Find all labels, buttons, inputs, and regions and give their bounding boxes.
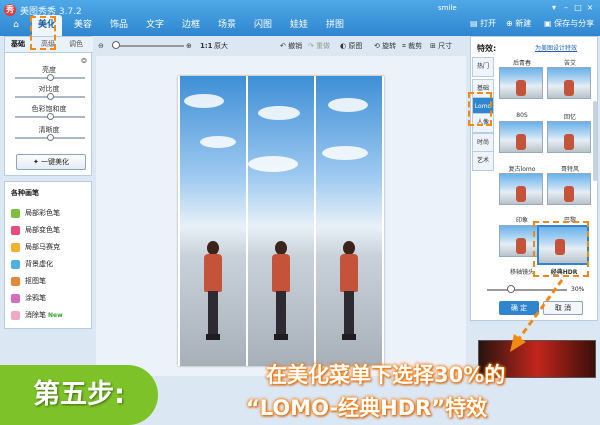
brush-doodle[interactable]: 涂鸦笔: [11, 291, 91, 305]
effect-label: 回忆: [563, 114, 576, 121]
new-badge: New: [48, 312, 63, 319]
saturation-slider[interactable]: [15, 113, 85, 120]
effect-thumbnail[interactable]: [547, 173, 591, 205]
brightness-knob[interactable]: [46, 74, 54, 81]
effect-label: 后青春: [512, 60, 531, 67]
effect-label: 苦艾: [563, 60, 576, 67]
color-brush-icon: [11, 208, 20, 218]
effect-label: 复古lomo: [508, 166, 536, 173]
save-icon: ▣: [544, 19, 555, 28]
app-window: 秀 美图秀秀 3.7.2 smile ▾ – □ × ⌂ 美化 美容 饰品 文字…: [0, 0, 600, 425]
brush-mosaic[interactable]: 局部马赛克: [11, 240, 91, 254]
size-button[interactable]: ⊞ 尺寸: [430, 41, 452, 51]
crop-button[interactable]: ⌗ 裁剪: [402, 41, 422, 51]
brush-panel-title: 各种画笔: [11, 189, 39, 197]
brush-panel: 各种画笔 局部彩色笔 局部变色笔 局部马赛克 背景虚化 抠图笔 涂鸦笔 消除笔 N…: [4, 181, 92, 329]
brush-eraser[interactable]: 消除笔 New: [11, 308, 91, 322]
home-icon[interactable]: ⌂: [4, 15, 28, 36]
effect-label: 80S: [516, 112, 528, 119]
step-badge: 第五步:: [0, 365, 158, 425]
vtab-hot[interactable]: 热门: [472, 57, 494, 77]
highlight-beautify-tab: [30, 16, 56, 50]
caption-line-2: “LOMO-经典HDR”特效: [246, 396, 488, 420]
folder-icon: ▤: [470, 19, 481, 28]
close-icon[interactable]: ×: [584, 3, 596, 13]
effect-thumbnail[interactable]: [547, 67, 591, 99]
vtab-art[interactable]: 艺术: [472, 151, 494, 171]
minimize-icon[interactable]: –: [560, 3, 572, 13]
photo-panel-left: [180, 76, 246, 366]
effect-thumbnail[interactable]: [499, 121, 543, 153]
highlight-hdr-effect: [533, 221, 589, 277]
one-click-enhance-button[interactable]: ✦ 一键美化: [16, 154, 86, 170]
undo-button[interactable]: ↶ 撤销: [280, 41, 302, 51]
plus-icon: ⊕: [506, 19, 516, 28]
open-button[interactable]: ▤ 打开: [470, 18, 496, 30]
contrast-slider[interactable]: [15, 93, 85, 100]
brush-local-recolor[interactable]: 局部变色笔: [11, 223, 91, 237]
tab-accessories[interactable]: 饰品: [104, 15, 134, 36]
effect-thumbnail[interactable]: [499, 67, 543, 99]
figure: [202, 241, 224, 346]
doodle-icon: [11, 293, 20, 303]
tab-text[interactable]: 文字: [140, 15, 170, 36]
redo-button[interactable]: ↷ 重做: [308, 41, 330, 51]
tab-scene[interactable]: 场景: [212, 15, 242, 36]
tab-flash[interactable]: 闪图: [248, 15, 278, 36]
figure: [270, 241, 292, 346]
subtab-color[interactable]: 调色: [69, 39, 83, 49]
clarity-knob[interactable]: [46, 134, 54, 141]
cutout-icon: [11, 276, 20, 286]
original-button[interactable]: ◐ 原图: [340, 41, 362, 51]
save-share-button[interactable]: ▣ 保存与分享: [544, 18, 594, 30]
brightness-slider[interactable]: [15, 74, 85, 81]
design-effect-link[interactable]: 为美图设计特效: [535, 43, 577, 52]
title-bar: 秀 美图秀秀 3.7.2 smile ▾ – □ × ⌂ 美化 美容 饰品 文字…: [0, 0, 600, 36]
effects-title: 特效:: [477, 44, 497, 53]
menu-icon[interactable]: ▾: [548, 3, 560, 13]
maximize-icon[interactable]: □: [572, 3, 584, 13]
vtab-fashion[interactable]: 时尚: [472, 133, 494, 153]
mosaic-icon: [11, 242, 20, 252]
rotate-button[interactable]: ⟲ 旋转: [374, 41, 396, 51]
tab-collage[interactable]: 拼图: [320, 15, 350, 36]
tab-frame[interactable]: 边框: [176, 15, 206, 36]
eraser-icon: [11, 310, 20, 320]
zoom-knob[interactable]: [112, 41, 120, 49]
recolor-brush-icon: [11, 225, 20, 235]
effect-thumbnail[interactable]: [547, 121, 591, 153]
figure: [338, 241, 360, 346]
tab-face[interactable]: 美容: [68, 15, 98, 36]
highlight-lomo-tab: [468, 92, 492, 126]
brush-local-color[interactable]: 局部彩色笔: [11, 206, 91, 220]
photo-image[interactable]: [178, 76, 384, 366]
effects-scrollbar[interactable]: [593, 101, 597, 181]
new-button[interactable]: ⊕ 新建: [506, 18, 531, 30]
blur-icon: [11, 259, 20, 269]
photo-panel-right: [316, 76, 382, 366]
wand-icon: ✦: [32, 158, 42, 166]
original-size-button[interactable]: 原大: [214, 41, 228, 51]
effect-label: 哥特风: [560, 166, 579, 173]
photo-panel-middle: [248, 76, 314, 366]
contrast-knob[interactable]: [46, 93, 54, 100]
help-icon[interactable]: ❂: [81, 57, 87, 65]
adjust-panel: 基础 高级 调色 ❂ 亮度 对比度 色彩饱和度 清晰度 ✦ 一键美化: [4, 36, 93, 176]
zoom-out-icon[interactable]: ⊖: [98, 41, 104, 51]
brush-cutout[interactable]: 抠图笔: [11, 274, 91, 288]
effect-thumbnail[interactable]: [499, 173, 543, 205]
zoom-slider[interactable]: [112, 45, 184, 47]
saturation-knob[interactable]: [46, 113, 54, 120]
clarity-slider[interactable]: [15, 134, 85, 141]
caption-line-1: 在美化菜单下选择30%的: [266, 363, 506, 387]
canvas-area[interactable]: [96, 56, 466, 376]
subtab-basic[interactable]: 基础: [11, 39, 25, 49]
zoom-in-icon[interactable]: ⊕: [186, 41, 192, 51]
canvas-toolbar: ⊖ ⊕ 1:1 原大 ↶ 撤销 ↷ 重做 ◐ 原图 ⟲ 旋转 ⌗ 裁剪 ⊞ 尺寸: [96, 38, 466, 54]
user-name[interactable]: smile: [438, 4, 457, 12]
arrow-icon: [510, 279, 564, 352]
tab-doll[interactable]: 娃娃: [284, 15, 314, 36]
brush-background-blur[interactable]: 背景虚化: [11, 257, 91, 271]
zoom-ratio[interactable]: 1:1: [200, 41, 213, 51]
